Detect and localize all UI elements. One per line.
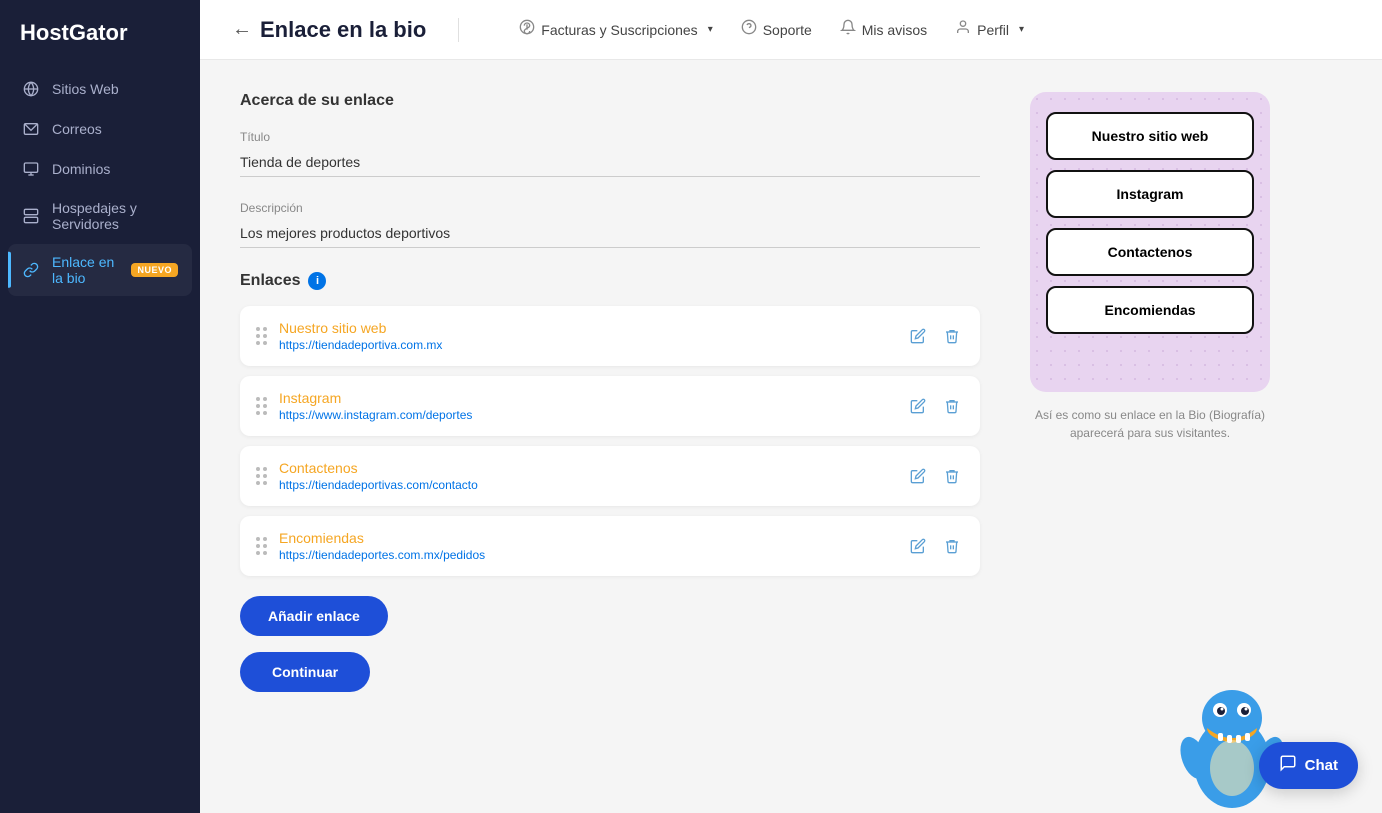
sidebar-item-label: Sitios Web (52, 81, 119, 97)
drag-handle-2[interactable] (256, 397, 267, 415)
enlaces-section: Enlaces i Nuestro sitio web https://tien… (240, 272, 980, 576)
link-url-3: https://tiendadeportivas.com/contacto (279, 478, 894, 492)
link-url-1: https://tiendadeportiva.com.mx (279, 338, 894, 352)
link-info-3: Contactenos https://tiendadeportivas.com… (279, 460, 894, 492)
sidebar-logo: HostGator (0, 0, 200, 70)
perfil-label: Perfil (977, 22, 1009, 38)
sidebar-item-label: Dominios (52, 161, 110, 177)
add-link-button[interactable]: Añadir enlace (240, 596, 388, 636)
facturas-dropdown-icon: ▾ (708, 24, 713, 35)
sidebar-item-dominios[interactable]: Dominios (8, 150, 192, 188)
description-label: Descripción (240, 201, 980, 215)
edit-link-2-button[interactable] (906, 394, 930, 418)
globe-icon (22, 80, 40, 98)
sidebar: HostGator Sitios Web Correos Dominios Ho… (0, 0, 200, 813)
sidebar-item-label: Hospedajes y Servidores (52, 200, 178, 232)
mail-icon (22, 120, 40, 138)
preview-button-3: Contactenos (1046, 228, 1254, 276)
sidebar-item-label: Correos (52, 121, 102, 137)
info-icon[interactable]: i (308, 272, 326, 290)
drag-handle-4[interactable] (256, 537, 267, 555)
mascot-svg (1172, 653, 1292, 813)
link-info-2: Instagram https://www.instagram.com/depo… (279, 390, 894, 422)
page-title: Enlace en la bio (260, 17, 426, 43)
title-label: Título (240, 130, 980, 144)
bell-icon (840, 19, 856, 40)
form-area: Acerca de su enlace Título Descripción E… (240, 92, 980, 781)
chat-icon (1279, 754, 1297, 777)
soporte-label: Soporte (763, 22, 812, 38)
link-name-3: Contactenos (279, 460, 894, 476)
delete-link-2-button[interactable] (940, 394, 964, 418)
link-info-4: Encomiendas https://tiendadeportes.com.m… (279, 530, 894, 562)
link-icon (22, 261, 40, 279)
title-field-group: Título (240, 130, 980, 177)
sidebar-item-label: Enlace en la bio (52, 254, 119, 286)
link-name-1: Nuestro sitio web (279, 320, 894, 336)
perfil-dropdown-icon: ▾ (1019, 24, 1024, 35)
facturas-nav-item[interactable]: Facturas y Suscripciones ▾ (507, 13, 724, 46)
sidebar-item-correos[interactable]: Correos (8, 110, 192, 148)
mascot (1172, 653, 1302, 813)
back-button[interactable]: ← Enlace en la bio (232, 17, 426, 43)
back-arrow-icon: ← (232, 18, 252, 41)
header-nav: Facturas y Suscripciones ▾ Soporte Mis a… (507, 13, 1036, 46)
question-icon (741, 19, 757, 40)
drag-handle-3[interactable] (256, 467, 267, 485)
edit-link-4-button[interactable] (906, 534, 930, 558)
preview-caption: Así es como su enlace en la Bio (Biograf… (1020, 406, 1280, 442)
link-card-2: Instagram https://www.instagram.com/depo… (240, 376, 980, 436)
avisos-label: Mis avisos (862, 22, 927, 38)
drag-handle-1[interactable] (256, 327, 267, 345)
perfil-nav-item[interactable]: Perfil ▾ (943, 13, 1036, 46)
delete-link-1-button[interactable] (940, 324, 964, 348)
preview-button-1: Nuestro sitio web (1046, 112, 1254, 160)
link-actions-4 (906, 534, 964, 558)
section-title: Acerca de su enlace (240, 92, 980, 110)
link-info-1: Nuestro sitio web https://tiendadeportiv… (279, 320, 894, 352)
user-icon (955, 19, 971, 40)
header-divider (458, 18, 459, 42)
link-url-4: https://tiendadeportes.com.mx/pedidos (279, 548, 894, 562)
enlaces-label: Enlaces (240, 272, 300, 290)
sidebar-item-hospedajes[interactable]: Hospedajes y Servidores (8, 190, 192, 242)
link-actions-1 (906, 324, 964, 348)
title-input[interactable] (240, 148, 980, 177)
link-card-1: Nuestro sitio web https://tiendadeportiv… (240, 306, 980, 366)
header: ← Enlace en la bio Facturas y Suscripcio… (200, 0, 1382, 60)
facturas-label: Facturas y Suscripciones (541, 22, 697, 38)
edit-link-3-button[interactable] (906, 464, 930, 488)
dollar-icon (519, 19, 535, 40)
nuevo-badge: NUEVO (131, 263, 178, 277)
sidebar-item-enlace-bio[interactable]: Enlace en la bio NUEVO (8, 244, 192, 296)
link-name-2: Instagram (279, 390, 894, 406)
delete-link-4-button[interactable] (940, 534, 964, 558)
link-name-4: Encomiendas (279, 530, 894, 546)
sidebar-navigation: Sitios Web Correos Dominios Hospedajes y… (0, 70, 200, 296)
link-card-4: Encomiendas https://tiendadeportes.com.m… (240, 516, 980, 576)
description-field-group: Descripción (240, 201, 980, 248)
domain-icon (22, 160, 40, 178)
description-input[interactable] (240, 219, 980, 248)
continue-button[interactable]: Continuar (240, 652, 370, 692)
link-url-2: https://www.instagram.com/deportes (279, 408, 894, 422)
preview-button-2: Instagram (1046, 170, 1254, 218)
sidebar-item-sitios-web[interactable]: Sitios Web (8, 70, 192, 108)
enlaces-header: Enlaces i (240, 272, 980, 290)
chat-label: Chat (1305, 757, 1338, 774)
chat-button[interactable]: Chat (1259, 742, 1358, 789)
soporte-nav-item[interactable]: Soporte (729, 13, 824, 46)
link-actions-2 (906, 394, 964, 418)
server-icon (22, 207, 40, 225)
delete-link-3-button[interactable] (940, 464, 964, 488)
avisos-nav-item[interactable]: Mis avisos (828, 13, 939, 46)
edit-link-1-button[interactable] (906, 324, 930, 348)
preview-button-4: Encomiendas (1046, 286, 1254, 334)
link-card-3: Contactenos https://tiendadeportivas.com… (240, 446, 980, 506)
phone-preview: Nuestro sitio web Instagram Contactenos … (1030, 92, 1270, 392)
link-actions-3 (906, 464, 964, 488)
